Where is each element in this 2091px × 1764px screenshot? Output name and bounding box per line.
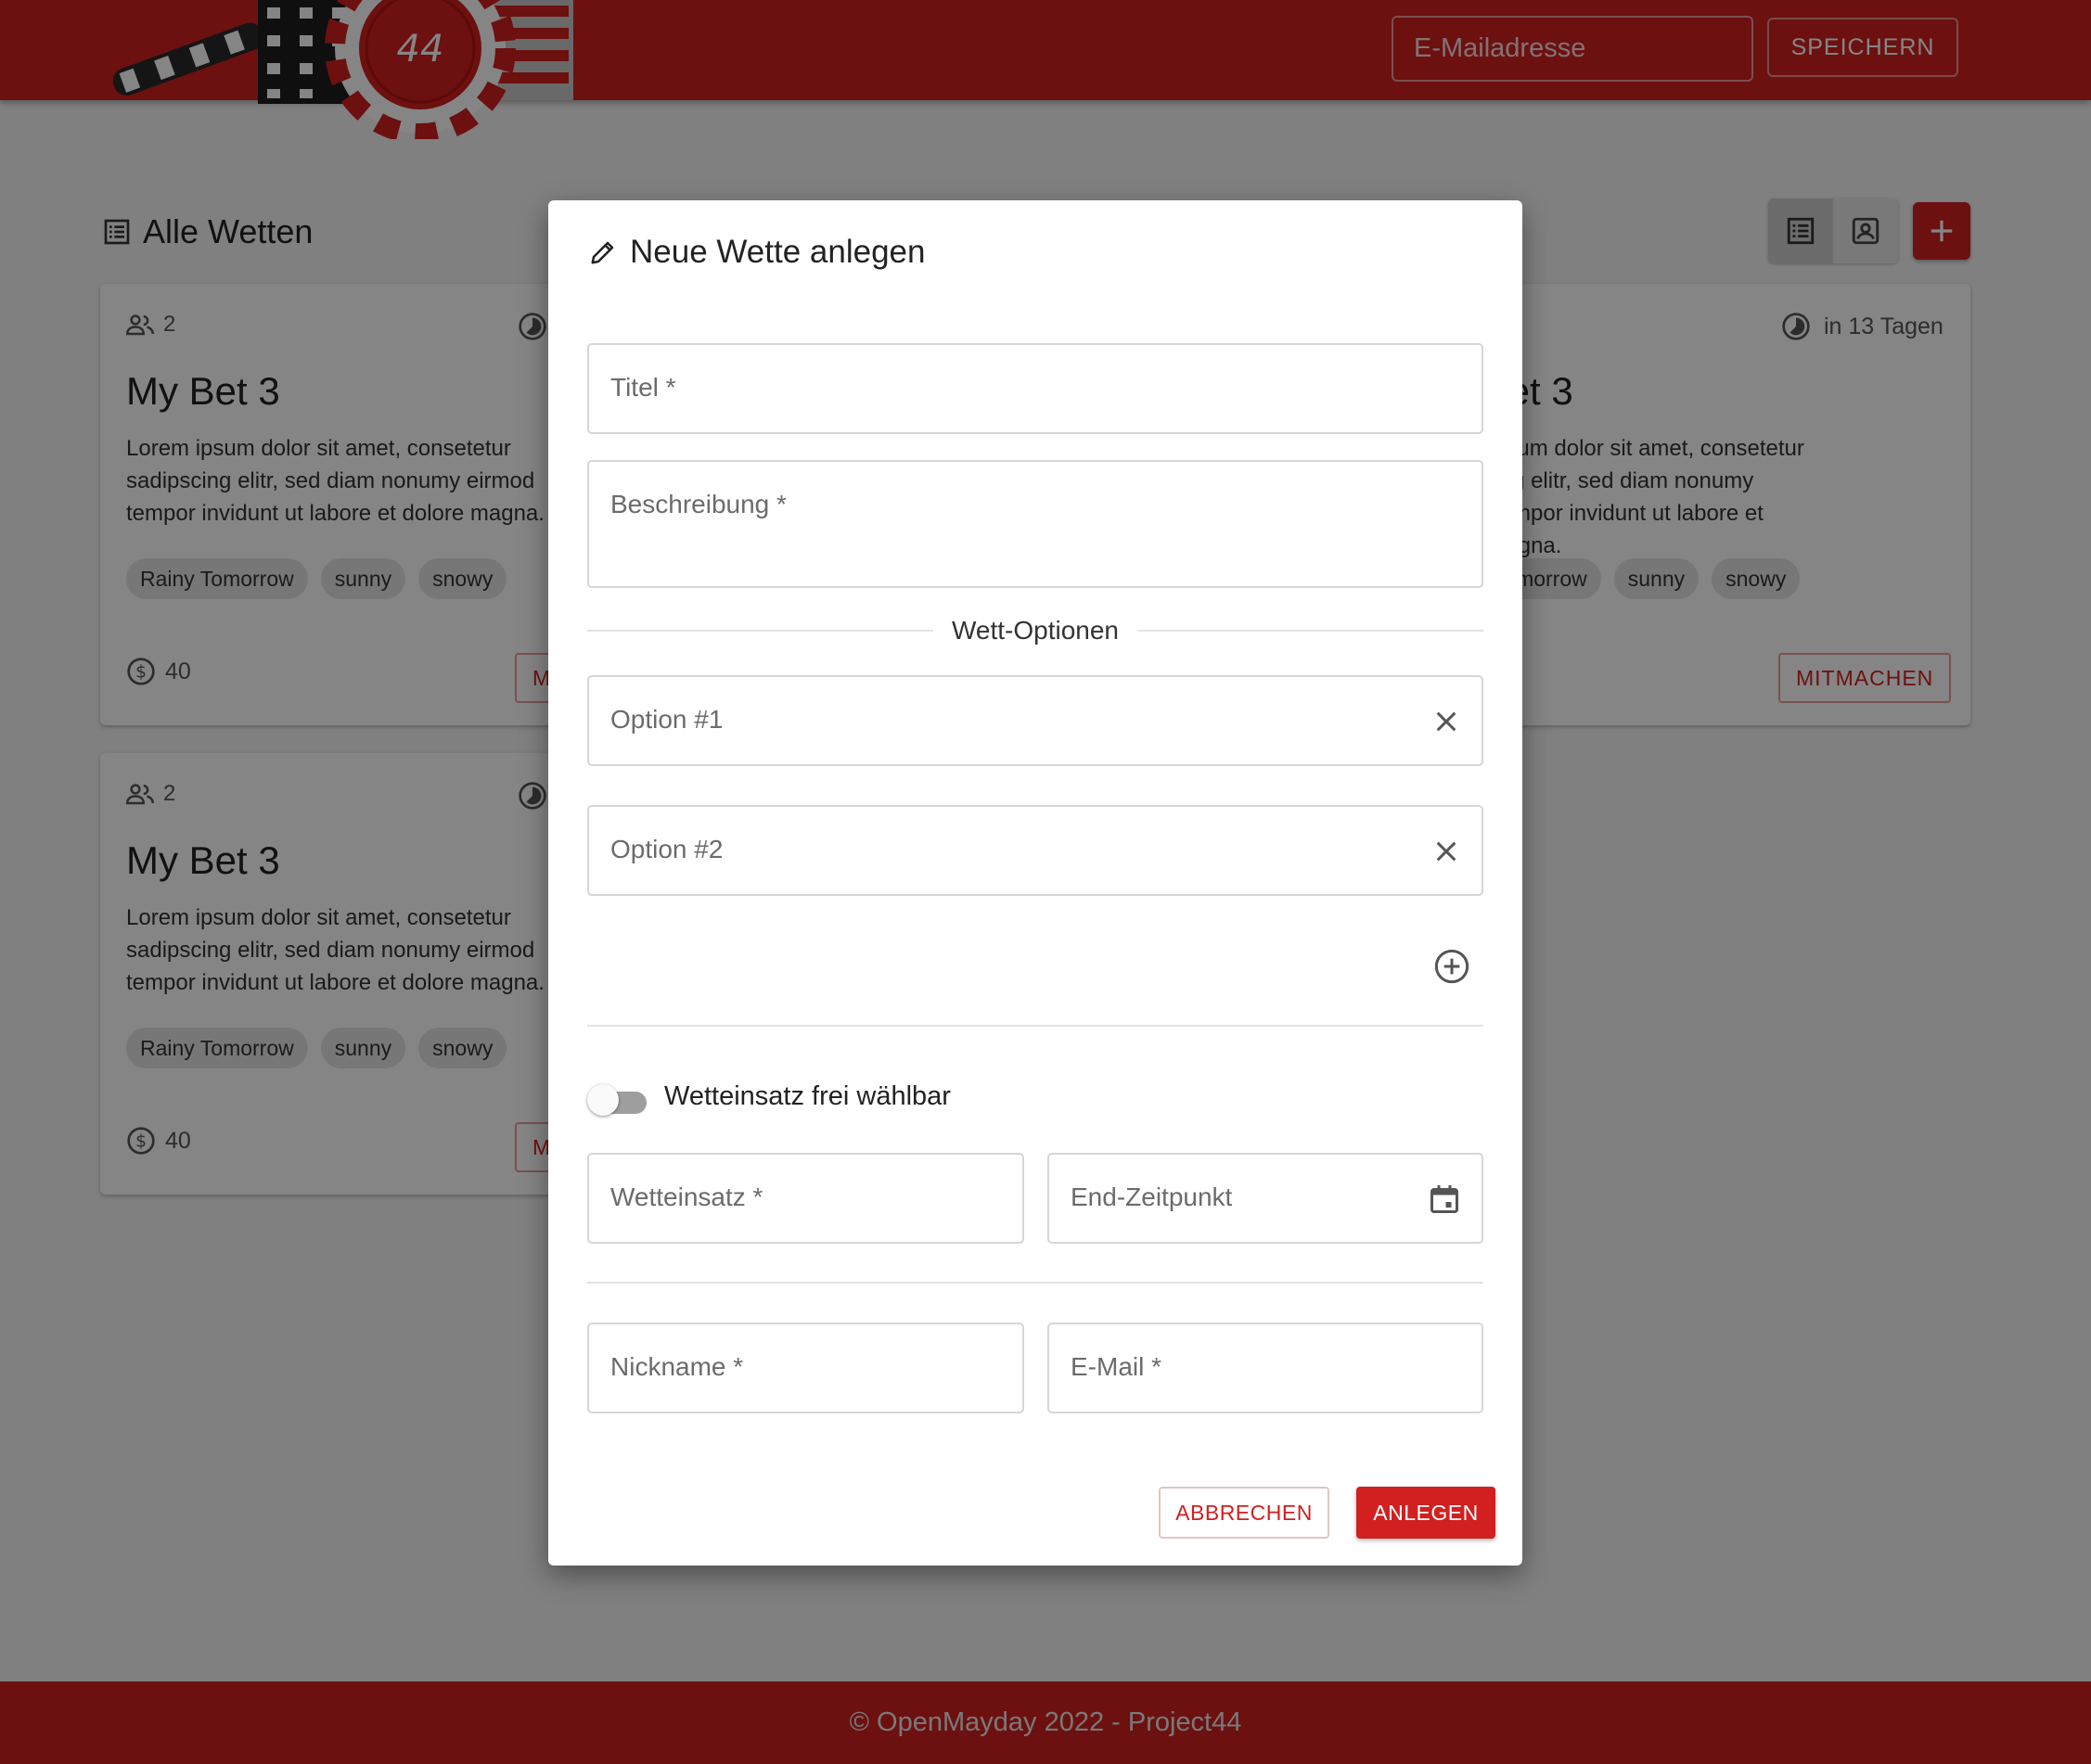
- end-time-field[interactable]: End-Zeitpunkt: [1047, 1153, 1483, 1244]
- options-heading: Wett-Optionen: [951, 616, 1120, 645]
- create-button[interactable]: ANLEGEN: [1356, 1487, 1495, 1539]
- nickname-field[interactable]: Nickname *: [587, 1323, 1024, 1413]
- option-1-field[interactable]: Option #1: [587, 675, 1483, 766]
- free-stake-label: Wetteinsatz frei wählbar: [664, 1081, 951, 1111]
- options-divider: Wett-Optionen: [587, 616, 1483, 646]
- stake-field[interactable]: Wetteinsatz *: [587, 1153, 1024, 1244]
- add-option-icon[interactable]: [1433, 948, 1470, 985]
- cancel-button[interactable]: ABBRECHEN: [1159, 1487, 1329, 1539]
- divider: [587, 1282, 1483, 1284]
- email-field[interactable]: E-Mail *: [1047, 1323, 1483, 1413]
- close-icon[interactable]: [1431, 837, 1461, 866]
- dialog-title: Neue Wette anlegen: [589, 234, 925, 271]
- calendar-icon[interactable]: [1428, 1182, 1461, 1216]
- new-bet-dialog: Neue Wette anlegen Titel * Beschreibung …: [548, 200, 1522, 1566]
- close-icon[interactable]: [1431, 707, 1461, 736]
- pencil-icon: [591, 241, 614, 264]
- free-stake-toggle[interactable]: [587, 1083, 650, 1117]
- option-2-field[interactable]: Option #2: [587, 805, 1483, 896]
- divider: [587, 1025, 1483, 1027]
- title-field[interactable]: Titel *: [587, 343, 1483, 434]
- description-field[interactable]: Beschreibung *: [587, 460, 1483, 588]
